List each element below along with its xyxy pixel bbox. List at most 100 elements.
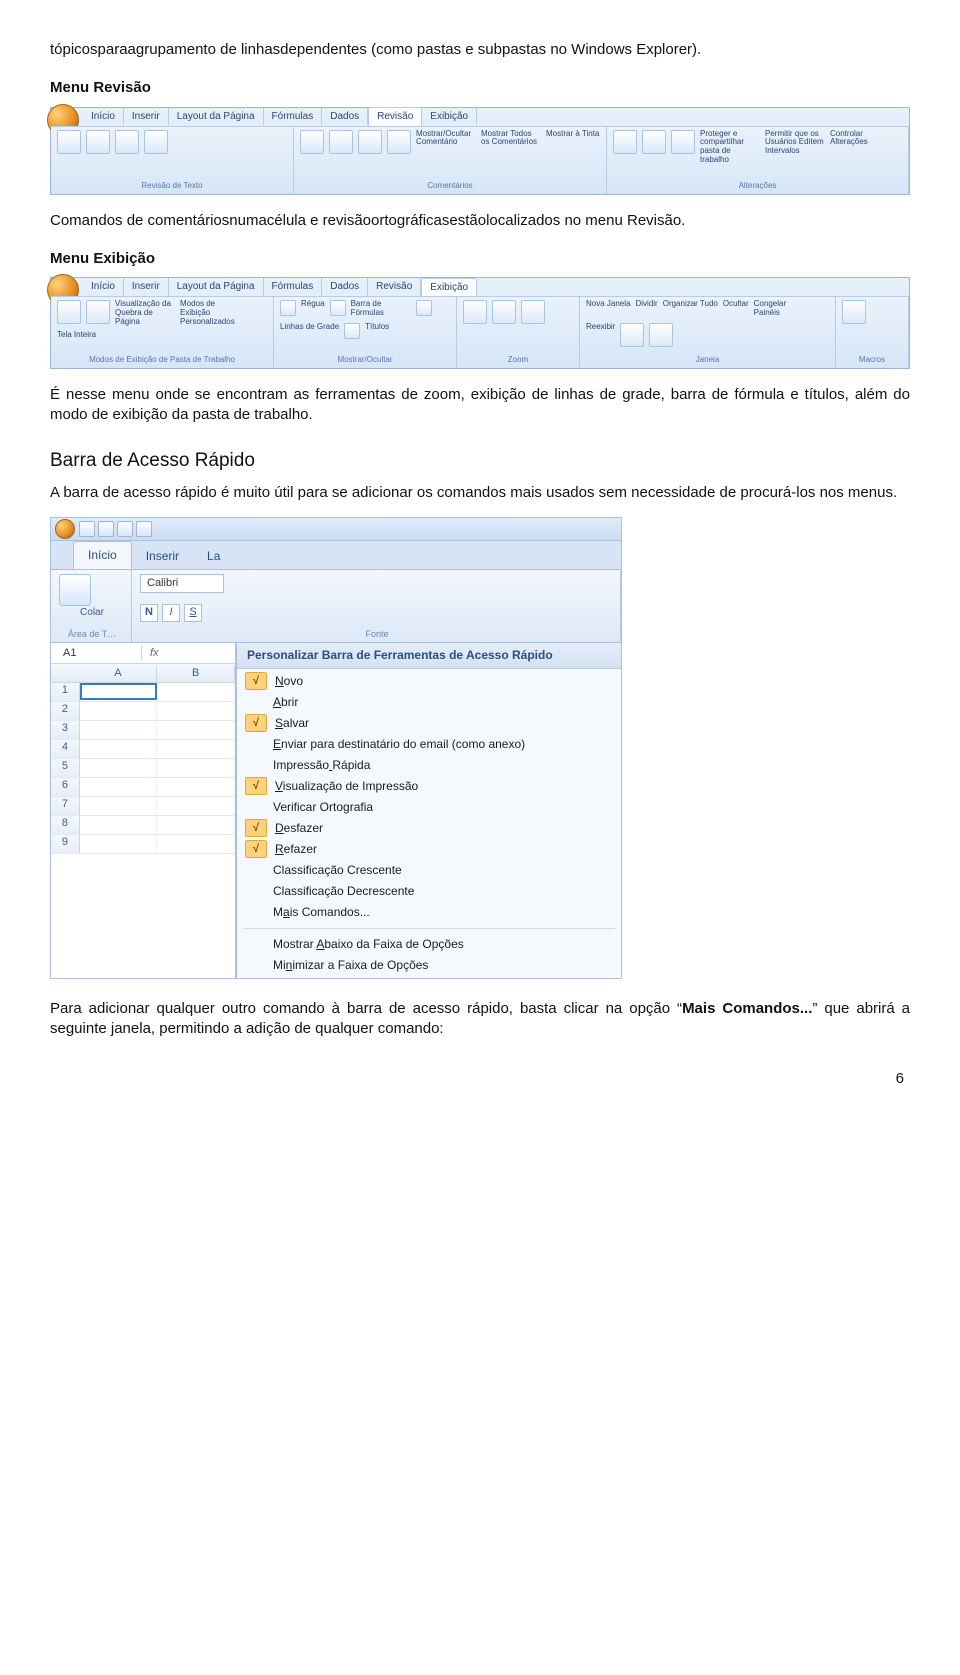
qa-popup-title: Personalizar Barra de Ferramentas de Ace… [237,643,621,668]
label: Modos de Exibição Personalizados [180,300,240,326]
group-label: Modos de Exibição de Pasta de Trabalho [57,354,267,366]
tool-icon [144,130,168,154]
tab: Fórmulas [264,108,323,126]
check-slot [245,736,265,752]
label: Proteger e compartilhar pasta de trabalh… [700,130,760,165]
ribbon-tabs-exibicao: Início Inserir Layout da Página Fórmulas… [83,278,477,296]
label: Nova Janela [586,300,630,309]
label: Visualização da Quebra de Página [115,300,175,326]
intro-paragraph: tópicosparaagrupamento de linhasdependen… [50,40,910,60]
qa-icon [79,521,95,537]
ribbon-tabs-revisao: Início Inserir Layout da Página Fórmulas… [83,108,477,126]
qa-menu-item[interactable]: Classificação Crescente [237,860,621,881]
qa-menu-item[interactable]: Verificar Ortografia [237,797,621,818]
qa-menu-item[interactable]: Impressão Rápida [237,755,621,776]
qa-item-label: Mais Comandos... [273,904,370,920]
label: Dividir [635,300,657,309]
body-exibicao: É nesse menu onde se encontram as ferram… [50,385,910,426]
qa-menu-item[interactable]: √ Visualização de Impressão [237,776,621,797]
qa-item-label: Novo [275,673,303,689]
group-label: Revisão de Texto [57,180,287,192]
qa-item-label: Mostrar Abaixo da Faixa de Opções [273,936,464,952]
name-box: A1 [51,646,142,661]
normal-view-icon [57,300,81,324]
qa-icon [98,521,114,537]
page-number: 6 [50,1069,910,1089]
qa-item-label: Classificação Crescente [273,862,402,878]
label: Tela Inteira [57,331,96,340]
qa-menu-item[interactable]: √Salvar [237,713,621,734]
body-barra-rapido: A barra de acesso rápido é muito útil pa… [50,483,910,503]
qa-item-label: Refazer [275,841,317,857]
qa-menu-item[interactable]: Classificação Decrescente [237,881,621,902]
row-head: 1 [51,683,80,701]
tab: Exibição [422,108,477,126]
heading-menu-revisao: Menu Revisão [50,78,910,98]
qa-menu-item[interactable]: Mais Comandos... [237,902,621,923]
col-head: A [80,666,158,681]
cell [157,759,235,777]
tab: Layout da Página [169,278,264,296]
body-revisao: Comandos de comentáriosnumacélula e revi… [50,211,910,231]
cell [80,816,158,834]
cell [157,721,235,739]
label: Mostrar/Ocultar Comentário [416,130,476,148]
qa-menu-item[interactable]: Minimizar a Faixa de Opções [237,955,621,976]
cell [157,683,235,701]
delete-icon [329,130,353,154]
new-comment-icon [300,130,324,154]
cell [157,835,235,853]
check-slot [245,694,265,710]
qa-menu-item[interactable]: Abrir [237,692,621,713]
qa-icon [117,521,133,537]
qa-menu-item[interactable]: √Desfazer [237,818,621,839]
check-slot [245,904,265,920]
label: Títulos [365,323,389,332]
check-icon: √ [245,672,267,690]
label: Régua [301,300,325,309]
zoom-icon [463,300,487,324]
font-selector: Calibri [140,574,224,593]
qa-tab-truncated: La [193,543,234,569]
closing-bold: Mais Comandos... [682,1000,812,1017]
cell [80,797,158,815]
check-icon [330,300,346,316]
cell [157,702,235,720]
label: Mostrar à Tinta [546,130,599,139]
save-workspace-icon [620,323,644,347]
row-head: 5 [51,759,80,777]
label: Mostrar Todos os Comentários [481,130,541,148]
paste-label: Colar [59,606,125,620]
qa-menu-item[interactable]: Enviar para destinatário do email (como … [237,734,621,755]
check-icon [416,300,432,316]
paste-icon [59,574,91,606]
row-head: 9 [51,835,80,853]
heading-menu-exibicao: Menu Exibição [50,249,910,269]
tab: Inserir [124,278,169,296]
label: Controlar Alterações [830,130,890,148]
macros-icon [842,300,866,324]
check-icon: √ [245,777,267,795]
closing-a: Para adicionar qualquer outro comando à … [50,1000,682,1017]
group-clipboard: Área de T… [59,628,125,640]
qa-item-label: Visualização de Impressão [275,778,418,794]
row-head: 6 [51,778,80,796]
qa-item-label: Desfazer [275,820,323,836]
check-slot [245,883,265,899]
tab: Início [83,278,124,296]
group-label: Comentários [300,180,600,192]
qa-tab-inserir: Inserir [132,543,193,569]
qa-menu-item[interactable]: Mostrar Abaixo da Faixa de Opções [237,934,621,955]
switch-windows-icon [649,323,673,347]
row-head: 4 [51,740,80,758]
qa-menu-item[interactable]: √ Refazer [237,839,621,860]
separator [243,928,615,929]
qa-menu-item[interactable]: √ Novo [237,671,621,692]
cell [80,683,158,700]
label: Barra de Fórmulas [351,300,411,318]
qa-dropdown-icon [136,521,152,537]
zoom-100-icon [492,300,516,324]
col-head: B [157,666,235,681]
check-icon: √ [245,840,267,858]
check-slot [245,957,265,973]
